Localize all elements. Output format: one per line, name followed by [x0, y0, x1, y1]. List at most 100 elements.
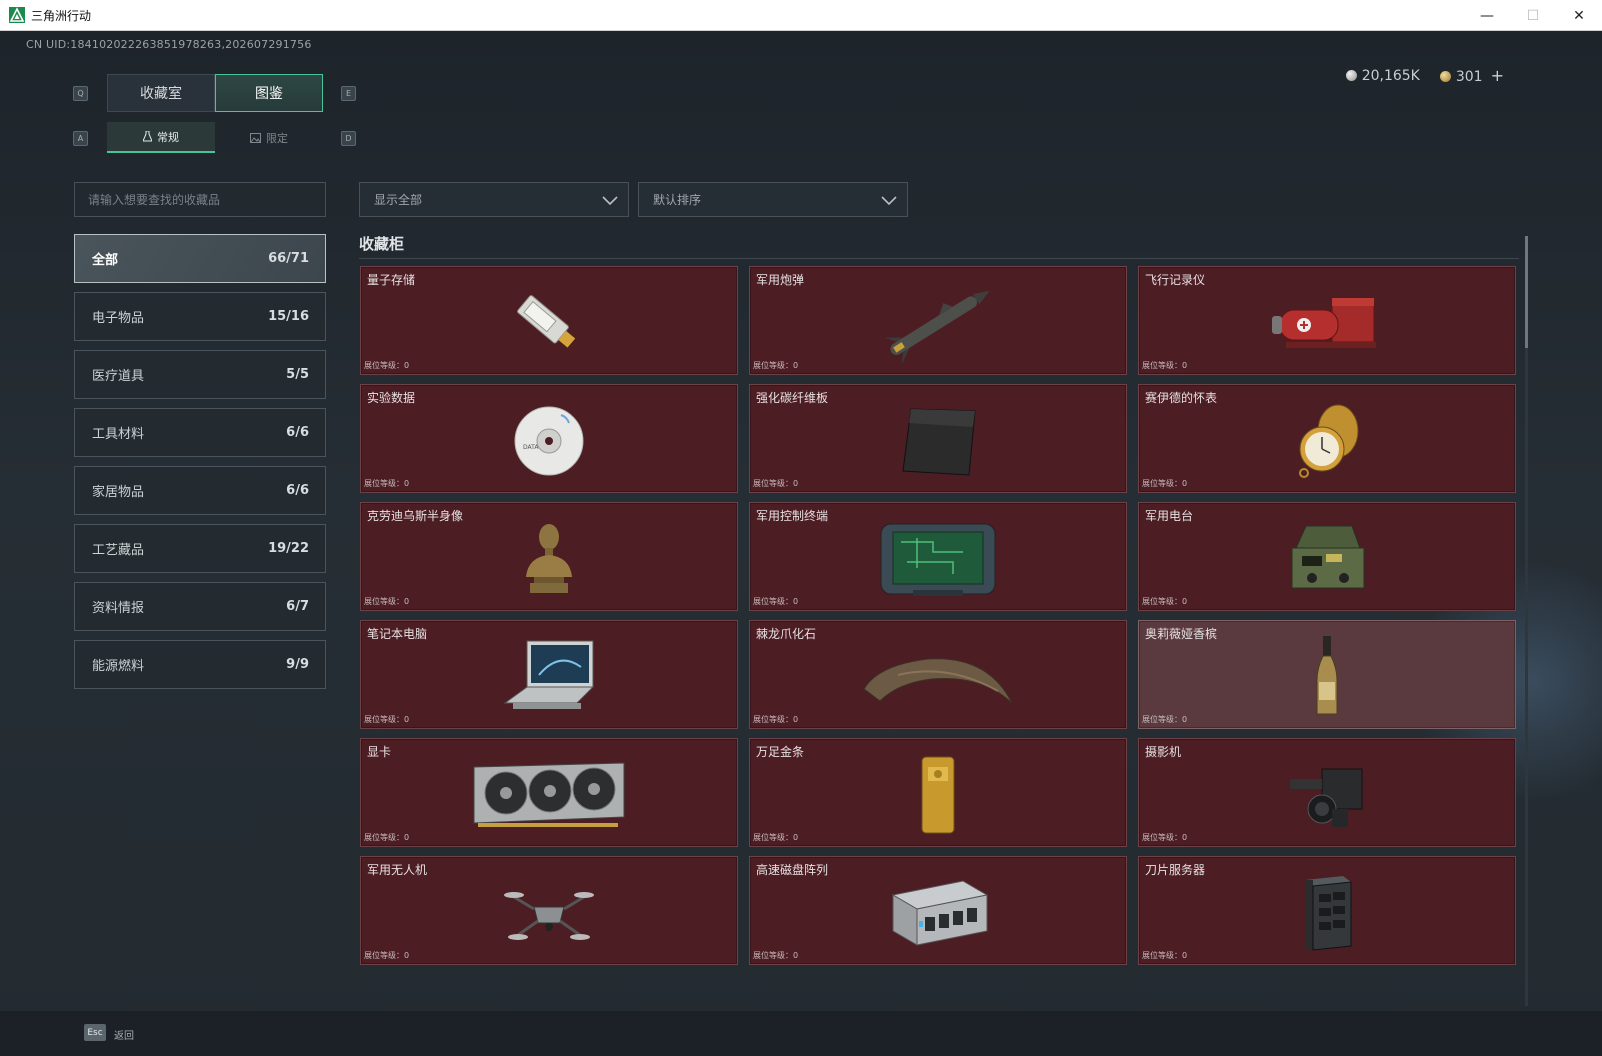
collection-search-input[interactable] [74, 182, 326, 217]
display-level: 展位等级：0 [1142, 479, 1188, 488]
display-filter-dropdown[interactable]: 显示全部 [359, 182, 629, 217]
main-tabs: 收藏室 图鉴 [107, 74, 323, 112]
collection-card[interactable]: 军用控制终端 展位等级：0 [749, 502, 1127, 611]
gold-bar-icon [921, 756, 955, 833]
collection-card[interactable]: 摄影机 展位等级：0 [1138, 738, 1516, 847]
display-level: 展位等级：0 [1142, 597, 1188, 606]
tab-codex[interactable]: 图鉴 [215, 74, 323, 112]
silver-currency: 20,165K [1345, 67, 1420, 84]
gold-coin-icon [1439, 71, 1451, 82]
minimize-button[interactable]: — [1464, 0, 1510, 31]
drone-icon [504, 891, 594, 940]
game-viewport: CN UID:184102022263851978263,20260729175… [0, 31, 1602, 1056]
category-energy[interactable]: 能源燃料 9/9 [74, 640, 326, 689]
collection-card[interactable]: 军用无人机 展位等级：0 [360, 856, 738, 965]
display-level: 展位等级：0 [753, 479, 799, 488]
collection-card[interactable]: 万足金条 展位等级：0 [749, 738, 1127, 847]
bottom-bar [0, 1011, 1602, 1056]
bust-icon [526, 523, 572, 593]
esc-key-hint[interactable]: Esc [84, 1024, 106, 1041]
collection-card[interactable]: 显卡 展位等级：0 [360, 738, 738, 847]
category-crafts[interactable]: 工艺藏品 19/22 [74, 524, 326, 573]
category-electronics[interactable]: 电子物品 15/16 [74, 292, 326, 341]
collection-card[interactable]: 高速磁盘阵列 展位等级：0 [749, 856, 1127, 965]
pocket-watch-icon [1299, 404, 1359, 478]
gold-amount: 301 [1455, 69, 1483, 85]
currency-display: 20,165K 301 + [1345, 66, 1504, 85]
collection-card[interactable]: 刀片服务器 展位等级：0 [1138, 856, 1516, 965]
category-medical[interactable]: 医疗道具 5/5 [74, 350, 326, 399]
category-label: 全部 [92, 253, 119, 268]
chevron-down-icon [602, 196, 618, 206]
uid-label: CN UID:184102022263851978263,20260729175… [26, 38, 312, 51]
collection-card[interactable]: 笔记本电脑 展位等级：0 [360, 620, 738, 729]
key-hint-q: Q [73, 86, 88, 101]
silver-coin-icon [1345, 69, 1357, 81]
app-logo-icon [9, 7, 25, 23]
collection-card[interactable]: 赛伊德的怀表 展位等级：0 [1138, 384, 1516, 493]
display-level: 展位等级：0 [1142, 361, 1188, 370]
missile-icon [884, 290, 990, 363]
close-button[interactable]: ✕ [1556, 0, 1602, 31]
collection-card[interactable]: 克劳迪乌斯半身像 展位等级：0 [360, 502, 738, 611]
display-level: 展位等级：0 [753, 361, 799, 370]
category-intel[interactable]: 资料情报 6/7 [74, 582, 326, 631]
key-hint-a: A [73, 131, 88, 146]
category-count: 6/6 [286, 483, 309, 498]
control-terminal-icon [880, 523, 996, 596]
category-label: 医疗道具 [92, 369, 145, 384]
back-label[interactable]: 返回 [114, 1027, 134, 1042]
display-level: 展位等级：0 [753, 833, 799, 842]
radio-icon [1291, 525, 1365, 588]
collection-card[interactable]: 飞行记录仪 展位等级：0 [1138, 266, 1516, 375]
collection-card[interactable]: 实验数据 DATA 展位等级：0 [360, 384, 738, 493]
category-household[interactable]: 家居物品 6/6 [74, 466, 326, 515]
collection-card[interactable]: 量子存储 展位等级：0 [360, 266, 738, 375]
collection-card[interactable]: 奥莉薇娅香槟 展位等级：0 [1138, 620, 1516, 729]
key-hint-d: D [341, 131, 356, 146]
display-level: 展位等级：0 [364, 361, 410, 370]
flask-icon [143, 131, 152, 142]
tab-regular[interactable]: 常规 [107, 122, 215, 153]
silver-amount: 20,165K [1361, 67, 1420, 84]
blade-server-icon [1305, 875, 1352, 951]
add-currency-button[interactable]: + [1491, 66, 1504, 85]
category-count: 6/7 [286, 599, 309, 614]
collection-card[interactable]: 军用电台 展位等级：0 [1138, 502, 1516, 611]
gpu-icon [473, 761, 625, 827]
camera-icon [1290, 768, 1363, 827]
maximize-button[interactable]: ☐ [1510, 0, 1556, 31]
category-count: 6/6 [286, 425, 309, 440]
sub-tabs: 常规 限定 [107, 122, 323, 153]
tab-limited[interactable]: 限定 [215, 122, 323, 153]
window-titlebar: 三角洲行动 — ☐ ✕ [0, 0, 1602, 31]
category-all[interactable]: 全部 66/71 [74, 234, 326, 283]
flight-recorder-icon [1272, 297, 1376, 348]
grid-scrollbar-thumb[interactable] [1525, 236, 1528, 348]
collection-card[interactable]: 棘龙爪化石 展位等级：0 [749, 620, 1127, 729]
usb-drive-icon [517, 294, 576, 348]
display-level: 展位等级：0 [364, 715, 410, 724]
carbon-plate-icon [902, 407, 976, 476]
claw-fossil-icon [863, 657, 1013, 703]
collection-card[interactable]: 强化碳纤维板 展位等级：0 [749, 384, 1127, 493]
category-label: 工艺藏品 [92, 543, 145, 558]
display-filter-value: 显示全部 [374, 193, 423, 207]
display-level: 展位等级：0 [753, 951, 799, 960]
category-count: 15/16 [268, 309, 309, 324]
category-tools[interactable]: 工具材料 6/6 [74, 408, 326, 457]
category-label: 资料情报 [92, 601, 145, 616]
tab-collection-room[interactable]: 收藏室 [107, 74, 215, 112]
sort-dropdown[interactable]: 默认排序 [638, 182, 908, 217]
tab-regular-label: 常规 [157, 130, 179, 144]
collection-card[interactable]: 军用炮弹 展位等级：0 [749, 266, 1127, 375]
grid-scrollbar[interactable] [1525, 236, 1528, 1006]
category-count: 5/5 [286, 367, 309, 382]
display-level: 展位等级：0 [1142, 951, 1188, 960]
display-level: 展位等级：0 [1142, 715, 1188, 724]
display-level: 展位等级：0 [364, 951, 410, 960]
display-level: 展位等级：0 [753, 597, 799, 606]
key-hint-e: E [341, 86, 356, 101]
category-count: 9/9 [286, 657, 309, 672]
window-controls: — ☐ ✕ [1464, 0, 1602, 31]
